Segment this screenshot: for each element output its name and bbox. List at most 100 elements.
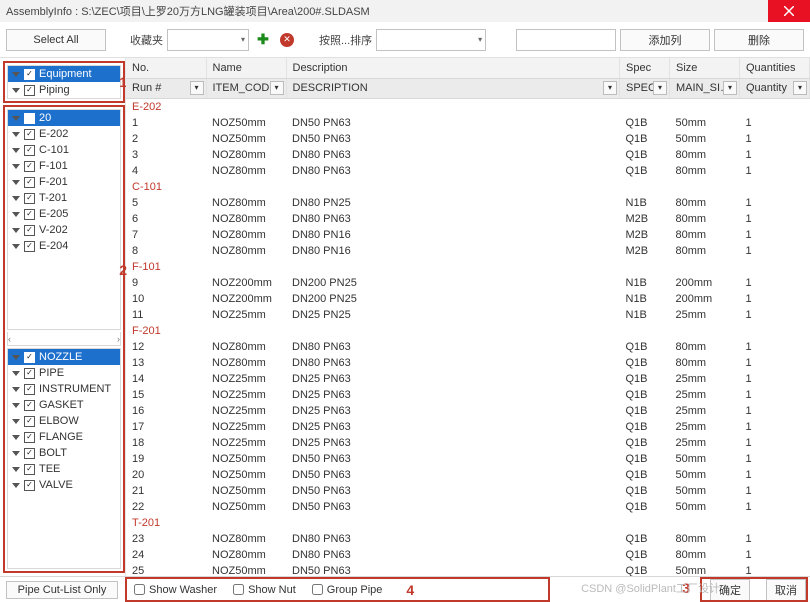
checkbox-icon[interactable]: ✓ (24, 225, 35, 236)
results-grid[interactable]: No. Name Description Spec Size Quantitie… (126, 58, 810, 576)
tree-item[interactable]: ✓V-202 (8, 222, 120, 238)
table-row[interactable]: 5NOZ80mmDN80 PN25N1B80mm1 (126, 195, 810, 211)
checkbox-icon[interactable] (24, 113, 35, 124)
table-row[interactable]: T-201 (126, 515, 810, 531)
checkbox-icon[interactable]: ✓ (24, 400, 35, 411)
table-row[interactable]: 7NOZ80mmDN80 PN16M2B80mm1 (126, 227, 810, 243)
table-row[interactable]: 6NOZ80mmDN80 PN63M2B80mm1 (126, 211, 810, 227)
expand-icon[interactable] (12, 383, 20, 395)
chevron-down-icon[interactable]: ▾ (723, 81, 737, 95)
filter-spec[interactable]: SPEC▾ (620, 78, 670, 98)
cancel-button[interactable]: 取消 (766, 579, 806, 601)
tree-item[interactable]: ✓INSTRUMENT (8, 381, 120, 397)
tree-item[interactable]: ✓E-202 (8, 126, 120, 142)
tree-item[interactable]: ✓PIPE (8, 365, 120, 381)
expand-icon[interactable] (12, 84, 20, 96)
expand-icon[interactable] (12, 224, 20, 236)
pipe-cut-list-button[interactable]: Pipe Cut-List Only (6, 581, 118, 599)
checkbox-icon[interactable]: ✓ (24, 129, 35, 140)
table-row[interactable]: 25NOZ50mmDN50 PN63Q1B50mm1 (126, 563, 810, 577)
ok-button[interactable]: 确定 (710, 579, 750, 601)
table-row[interactable]: E-202 (126, 98, 810, 115)
checkbox-icon[interactable]: ✓ (24, 177, 35, 188)
expand-icon[interactable] (12, 68, 20, 80)
filter-name[interactable]: ITEM_CODE▾ (206, 78, 286, 98)
table-row[interactable]: C-101 (126, 179, 810, 195)
table-row[interactable]: 22NOZ50mmDN50 PN63Q1B50mm1 (126, 499, 810, 515)
remove-favorite-button[interactable]: ✕ (277, 30, 297, 50)
expand-icon[interactable] (12, 128, 20, 140)
tree-item[interactable]: ✓E-205 (8, 206, 120, 222)
tree-item[interactable]: ✓TEE (8, 461, 120, 477)
col-size[interactable]: Size (670, 58, 740, 78)
table-row[interactable]: 20NOZ50mmDN50 PN63Q1B50mm1 (126, 467, 810, 483)
tree-item[interactable]: ✓VALVE (8, 477, 120, 493)
tree-item[interactable]: ✓ELBOW (8, 413, 120, 429)
tree-item[interactable]: ✓F-201 (8, 174, 120, 190)
tree-item[interactable]: ✓E-204 (8, 238, 120, 254)
show-nut-option[interactable]: Show Nut (233, 584, 296, 596)
show-nut-checkbox[interactable] (233, 584, 244, 595)
expand-icon[interactable] (12, 415, 20, 427)
chevron-down-icon[interactable]: ▾ (603, 81, 617, 95)
checkbox-icon[interactable]: ✓ (24, 209, 35, 220)
checkbox-icon[interactable]: ✓ (24, 480, 35, 491)
tree-item[interactable]: ✓BOLT (8, 445, 120, 461)
chevron-down-icon[interactable]: ▾ (793, 81, 807, 95)
expand-icon[interactable] (12, 240, 20, 252)
table-row[interactable]: F-101 (126, 259, 810, 275)
checkbox-icon[interactable]: ✓ (24, 368, 35, 379)
expand-icon[interactable] (12, 367, 20, 379)
tree-item[interactable]: ✓Piping (8, 82, 120, 98)
expand-icon[interactable] (12, 479, 20, 491)
close-button[interactable] (768, 0, 810, 22)
checkbox-icon[interactable]: ✓ (24, 464, 35, 475)
table-row[interactable]: 1NOZ50mmDN50 PN63Q1B50mm1 (126, 115, 810, 131)
table-row[interactable]: 15NOZ25mmDN25 PN63Q1B25mm1 (126, 387, 810, 403)
type-tree[interactable]: ✓Equipment✓Piping (7, 65, 121, 99)
delete-button[interactable]: 删除 (714, 29, 804, 51)
table-row[interactable]: 21NOZ50mmDN50 PN63Q1B50mm1 (126, 483, 810, 499)
expand-icon[interactable] (12, 447, 20, 459)
expand-icon[interactable] (12, 176, 20, 188)
checkbox-icon[interactable]: ✓ (24, 85, 35, 96)
table-row[interactable]: 17NOZ25mmDN25 PN63Q1B25mm1 (126, 419, 810, 435)
table-row[interactable]: 9NOZ200mmDN200 PN25N1B200mm1 (126, 275, 810, 291)
table-row[interactable]: 4NOZ80mmDN80 PN63Q1B80mm1 (126, 163, 810, 179)
table-row[interactable]: 10NOZ200mmDN200 PN25N1B200mm1 (126, 291, 810, 307)
table-row[interactable]: 16NOZ25mmDN25 PN63Q1B25mm1 (126, 403, 810, 419)
col-desc[interactable]: Description (286, 58, 620, 78)
table-row[interactable]: 2NOZ50mmDN50 PN63Q1B50mm1 (126, 131, 810, 147)
tree-item[interactable]: ✓FLANGE (8, 429, 120, 445)
table-row[interactable]: F-201 (126, 323, 810, 339)
col-name[interactable]: Name (206, 58, 286, 78)
table-row[interactable]: 13NOZ80mmDN80 PN63Q1B80mm1 (126, 355, 810, 371)
table-row[interactable]: 24NOZ80mmDN80 PN63Q1B80mm1 (126, 547, 810, 563)
add-favorite-button[interactable]: ✚ (253, 30, 273, 50)
table-row[interactable]: 23NOZ80mmDN80 PN63Q1B80mm1 (126, 531, 810, 547)
checkbox-icon[interactable]: ✓ (24, 384, 35, 395)
search-field[interactable] (516, 29, 616, 51)
checkbox-icon[interactable]: ✓ (24, 145, 35, 156)
tree-item[interactable]: ✓T-201 (8, 190, 120, 206)
table-row[interactable]: 3NOZ80mmDN80 PN63Q1B80mm1 (126, 147, 810, 163)
checkbox-icon[interactable]: ✓ (24, 161, 35, 172)
checkbox-icon[interactable]: ✓ (24, 448, 35, 459)
filter-no[interactable]: Run #▾ (126, 78, 206, 98)
expand-icon[interactable] (12, 399, 20, 411)
tree-item[interactable]: ✓C-101 (8, 142, 120, 158)
chevron-down-icon[interactable]: ▾ (270, 81, 284, 95)
table-row[interactable]: 12NOZ80mmDN80 PN63Q1B80mm1 (126, 339, 810, 355)
expand-icon[interactable] (12, 463, 20, 475)
expand-icon[interactable] (12, 431, 20, 443)
filter-size[interactable]: MAIN_SIZE▾ (670, 78, 740, 98)
col-spec[interactable]: Spec (620, 58, 670, 78)
table-row[interactable]: 18NOZ25mmDN25 PN63Q1B25mm1 (126, 435, 810, 451)
checkbox-icon[interactable]: ✓ (24, 416, 35, 427)
checkbox-icon[interactable]: ✓ (24, 193, 35, 204)
table-row[interactable]: 8NOZ80mmDN80 PN16M2B80mm1 (126, 243, 810, 259)
sort-combo[interactable]: ▾ (376, 29, 486, 51)
chevron-down-icon[interactable]: ▾ (653, 81, 667, 95)
expand-icon[interactable] (12, 112, 20, 124)
show-washer-checkbox[interactable] (134, 584, 145, 595)
